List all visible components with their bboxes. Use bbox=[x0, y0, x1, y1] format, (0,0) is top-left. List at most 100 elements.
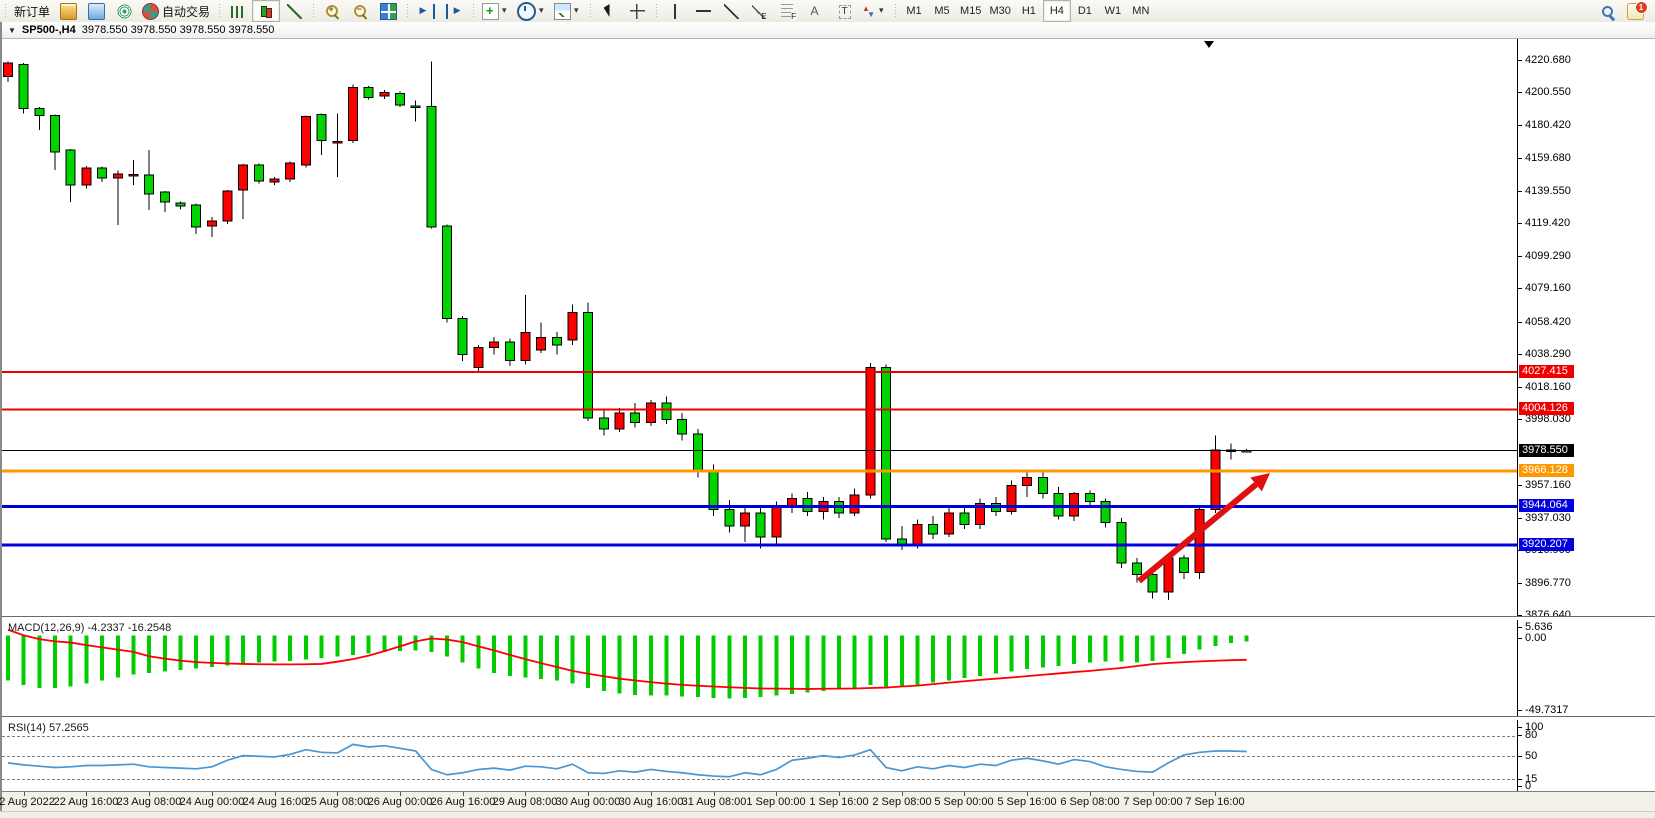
candle-body bbox=[615, 413, 624, 429]
candle-body bbox=[772, 507, 781, 538]
candle-body bbox=[254, 165, 263, 181]
autotrading-button[interactable]: 自动交易 bbox=[138, 0, 214, 22]
candle-body bbox=[427, 107, 436, 227]
candle-body bbox=[1195, 510, 1204, 573]
main-chart-canvas[interactable] bbox=[2, 39, 1517, 616]
timeframe-label: H4 bbox=[1050, 5, 1064, 17]
timeframe-h1-button[interactable]: H1 bbox=[1015, 0, 1043, 22]
tile-windows-button[interactable] bbox=[374, 0, 402, 22]
template-button[interactable] bbox=[550, 0, 585, 22]
new-order-button[interactable]: 新订单 bbox=[10, 0, 54, 22]
autotrading-label: 自动交易 bbox=[162, 3, 210, 20]
timeframe-m30-button[interactable]: M30 bbox=[985, 0, 1014, 22]
hline-button[interactable] bbox=[689, 0, 717, 22]
bar-chart-button[interactable] bbox=[224, 0, 252, 22]
search-button[interactable] bbox=[1593, 0, 1621, 22]
macd-axis[interactable]: 5.6360.00-49.7317 bbox=[1517, 620, 1655, 716]
timeframe-d1-button[interactable]: D1 bbox=[1071, 0, 1099, 22]
axis-tick-label: 4119.420 bbox=[1525, 217, 1570, 229]
rsi-line bbox=[8, 744, 1247, 776]
candle-body bbox=[725, 510, 734, 526]
channel-button[interactable] bbox=[745, 0, 773, 22]
rsi-value: 57.2565 bbox=[49, 722, 89, 734]
zoom-in-icon bbox=[325, 4, 340, 19]
time-label: 25 Aug 08:00 bbox=[305, 796, 370, 808]
candle-body bbox=[1211, 450, 1220, 510]
hline-icon bbox=[696, 4, 711, 19]
timeframe-h4-button[interactable]: H4 bbox=[1043, 0, 1071, 22]
rsi-axis[interactable]: 1008050150 bbox=[1517, 720, 1655, 791]
axis-tick bbox=[1518, 387, 1522, 388]
time-label: 6 Sep 08:00 bbox=[1060, 796, 1119, 808]
chart-window: ▼ SP500-,H4 3978.550 3978.550 3978.550 3… bbox=[0, 22, 1655, 818]
candle-body bbox=[866, 368, 875, 496]
timeframe-m1-button[interactable]: M1 bbox=[900, 0, 928, 22]
toolbar-right-group: 1 bbox=[1593, 0, 1655, 22]
chart-shift-button[interactable] bbox=[440, 0, 468, 22]
signals-button[interactable] bbox=[110, 0, 138, 22]
candle-body bbox=[662, 403, 671, 419]
arrows-icon bbox=[861, 4, 876, 19]
axis-tick-label: 4220.680 bbox=[1525, 54, 1571, 66]
fibonacci-button[interactable] bbox=[773, 0, 801, 22]
arrows-button[interactable] bbox=[857, 0, 890, 22]
candle-body bbox=[1054, 494, 1063, 517]
candle-body bbox=[239, 165, 248, 190]
timeframe-label: M5 bbox=[934, 5, 949, 17]
candle-body bbox=[505, 342, 514, 361]
chat-icon: 1 bbox=[1627, 3, 1644, 20]
candle-body bbox=[19, 65, 28, 109]
line-chart-icon bbox=[287, 4, 302, 19]
dropdown-arrow-icon[interactable] bbox=[879, 4, 886, 19]
chart-shift-marker[interactable] bbox=[1204, 41, 1214, 48]
mt4-window: 新订单 自动交易 M1 M5 M15M30 H1 H4 D1 W1 MN 1 ▼ SP500-,H4… bbox=[0, 0, 1655, 818]
chart-ohlc-readout: 3978.550 3978.550 3978.550 3978.550 bbox=[82, 24, 275, 36]
rsi-canvas[interactable] bbox=[2, 720, 1517, 791]
dropdown-arrow-icon[interactable] bbox=[502, 4, 509, 19]
cursor-button[interactable] bbox=[595, 0, 623, 22]
zoom-in-button[interactable] bbox=[318, 0, 346, 22]
time-label: 1 Sep 16:00 bbox=[809, 796, 868, 808]
candle-body bbox=[129, 175, 138, 176]
toolbar-group bbox=[308, 0, 402, 22]
add-indicator-button[interactable] bbox=[478, 0, 513, 22]
text-label-button[interactable] bbox=[829, 0, 857, 22]
timeframe-label: H1 bbox=[1022, 5, 1036, 17]
timeframe-label: W1 bbox=[1105, 5, 1122, 17]
periods-button[interactable] bbox=[513, 0, 550, 22]
crosshair-icon bbox=[630, 4, 645, 19]
chart-symbol-period: SP500-,H4 bbox=[22, 24, 76, 36]
line-chart-button[interactable] bbox=[280, 0, 308, 22]
timeframe-m5-button[interactable]: M5 bbox=[928, 0, 956, 22]
trendline-button[interactable] bbox=[717, 0, 745, 22]
candlestick-button[interactable] bbox=[252, 0, 280, 22]
candle-body bbox=[521, 333, 530, 361]
profiles-button[interactable] bbox=[54, 0, 82, 22]
crosshair-button[interactable] bbox=[623, 0, 651, 22]
axis-tick bbox=[1518, 779, 1522, 780]
chart-title-bar[interactable]: ▼ SP500-,H4 3978.550 3978.550 3978.550 3… bbox=[2, 22, 1655, 39]
text-button[interactable] bbox=[801, 0, 829, 22]
vline-button[interactable] bbox=[661, 0, 689, 22]
chat-button[interactable]: 1 bbox=[1621, 0, 1649, 22]
timeframe-mn-button[interactable]: MN bbox=[1127, 0, 1155, 22]
candle-body bbox=[1117, 523, 1126, 563]
dropdown-arrow-icon[interactable] bbox=[574, 4, 581, 19]
candle-body bbox=[82, 168, 91, 185]
timeframe-w1-button[interactable]: W1 bbox=[1099, 0, 1127, 22]
time-axis[interactable]: 22 Aug 202222 Aug 16:0023 Aug 08:0024 Au… bbox=[2, 791, 1655, 813]
axis-tick-label: 4200.550 bbox=[1525, 86, 1571, 98]
chart-shift-icon bbox=[446, 4, 463, 19]
time-label: 24 Aug 00:00 bbox=[180, 796, 245, 808]
zoom-out-button[interactable] bbox=[346, 0, 374, 22]
chevron-down-icon[interactable]: ▼ bbox=[8, 26, 16, 35]
candle-body bbox=[270, 179, 279, 182]
auto-scroll-button[interactable] bbox=[412, 0, 440, 22]
auto-scroll-icon bbox=[418, 4, 435, 19]
market-watch-button[interactable] bbox=[82, 0, 110, 22]
dropdown-arrow-icon[interactable] bbox=[539, 4, 546, 19]
time-label: 23 Aug 08:00 bbox=[117, 796, 182, 808]
timeframe-m15-button[interactable]: M15 bbox=[956, 0, 985, 22]
price-axis[interactable]: 4220.6804200.5504180.4204159.6804139.550… bbox=[1517, 39, 1655, 616]
macd-canvas[interactable] bbox=[2, 620, 1517, 716]
